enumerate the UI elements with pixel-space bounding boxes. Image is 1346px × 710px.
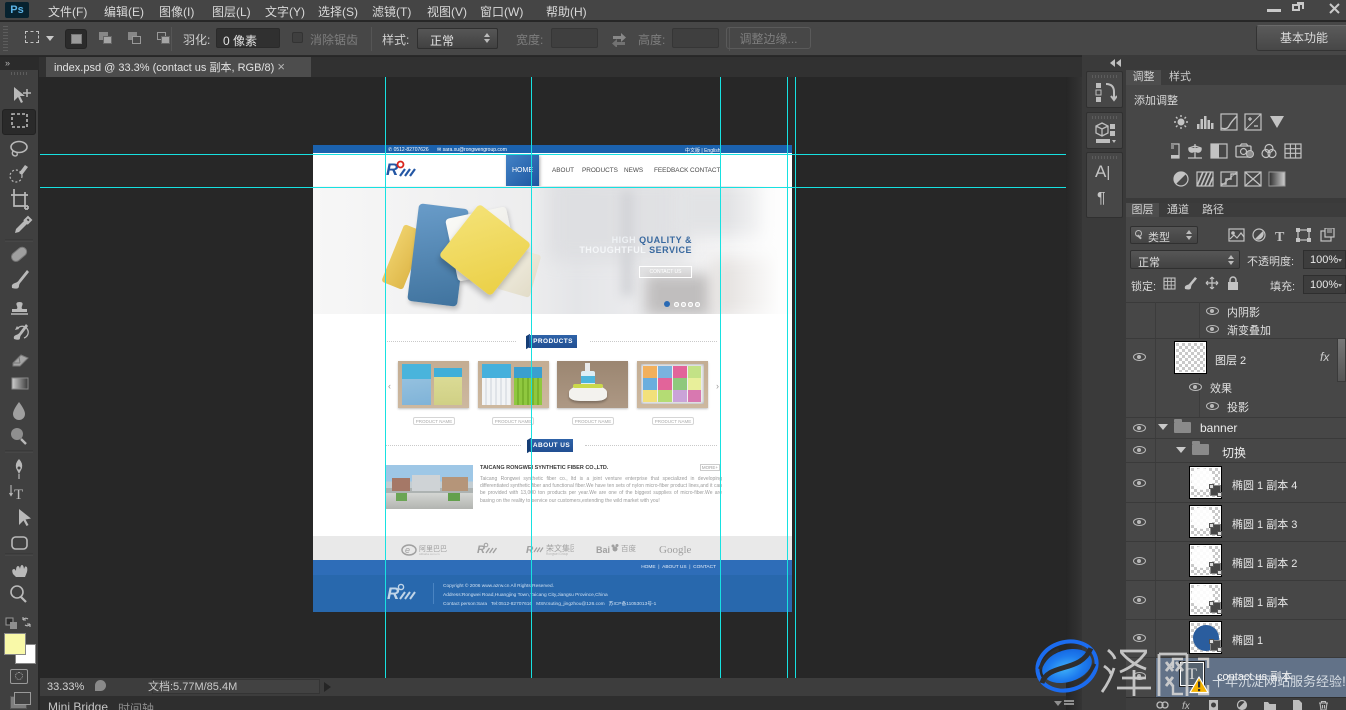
- svg-text:Google: Google: [659, 544, 692, 556]
- svg-text:e: e: [405, 545, 410, 555]
- svg-text:T: T: [14, 487, 23, 503]
- svg-text:T: T: [1275, 230, 1285, 243]
- svg-text:R: R: [526, 545, 534, 556]
- svg-text:R: R: [477, 544, 485, 556]
- svg-text:百度: 百度: [621, 543, 636, 553]
- svg-text:Bai: Bai: [596, 545, 610, 555]
- svg-text:Alibaba.com.cn: Alibaba.com.cn: [419, 552, 440, 556]
- svg-text:Rongwei Group: Rongwei Group: [546, 552, 568, 556]
